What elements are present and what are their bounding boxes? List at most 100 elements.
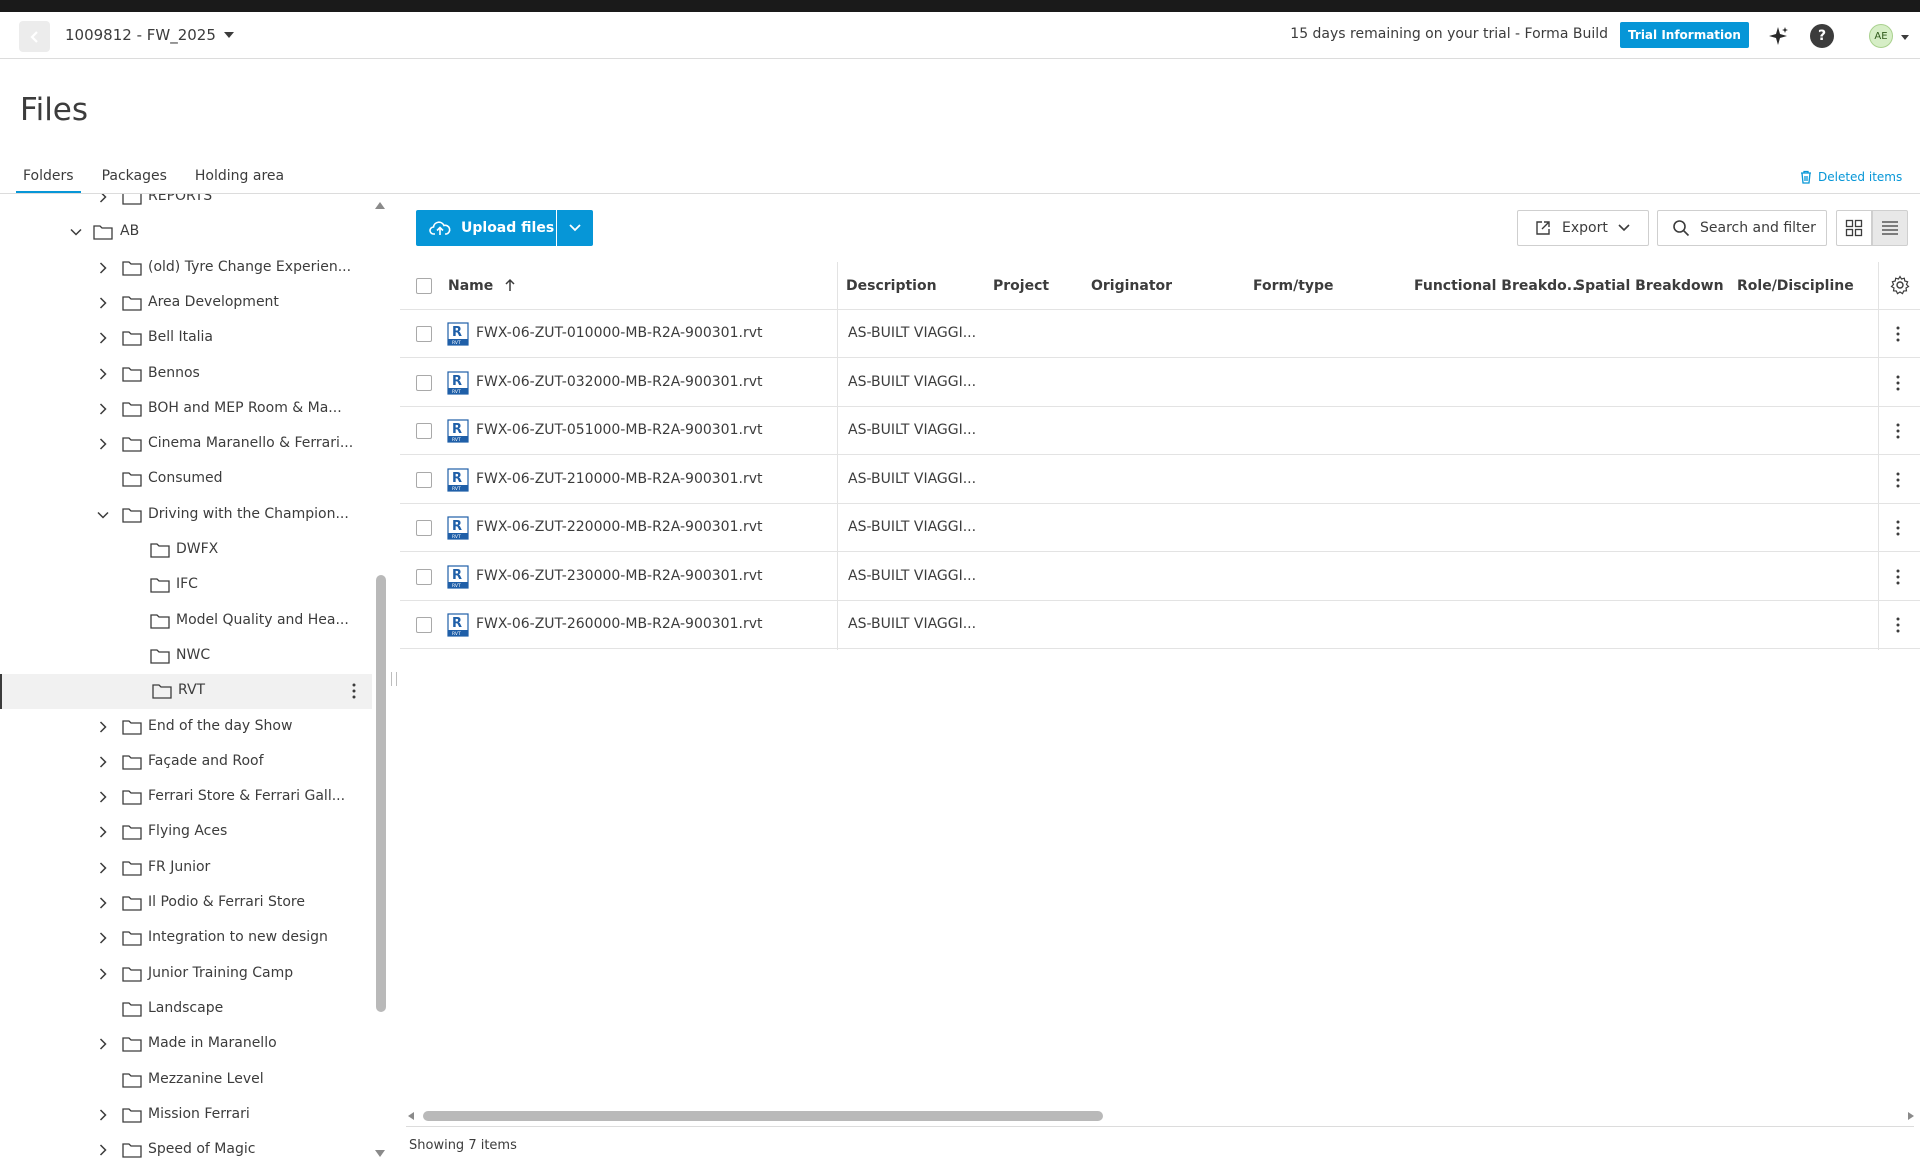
tree-item[interactable]: Bell Italia (0, 321, 372, 356)
avatar-caret-icon[interactable] (1900, 32, 1910, 42)
chevron-right-icon[interactable] (97, 756, 109, 768)
column-header-project[interactable]: Project (993, 278, 1049, 294)
column-header-form-type[interactable]: Form/type (1253, 278, 1334, 294)
tree-item[interactable]: Flying Aces (0, 815, 372, 850)
tree-item[interactable]: AB (0, 215, 372, 250)
tree-item[interactable]: Model Quality and Hea... (0, 604, 372, 639)
tree-scrollbar-thumb[interactable] (376, 575, 386, 1012)
tree-item[interactable]: Integration to new design (0, 921, 372, 956)
avatar[interactable]: AE (1869, 24, 1893, 48)
chevron-right-icon[interactable] (97, 968, 109, 980)
tree-item[interactable]: Cinema Maranello & Ferrari... (0, 427, 372, 462)
ai-sparkle-icon[interactable] (1766, 24, 1790, 48)
file-name[interactable]: FWX-06-ZUT-220000-MB-R2A-900301.rvt (476, 519, 762, 535)
trial-information-button[interactable]: Trial Information (1620, 22, 1749, 48)
upload-options-dropdown[interactable] (557, 210, 593, 246)
tree-item[interactable]: (old) Tyre Change Experien... (0, 251, 372, 286)
column-header-originator[interactable]: Originator (1091, 278, 1172, 294)
table-row[interactable]: R RVT FWX-06-ZUT-210000-MB-R2A-900301.rvt A… (400, 456, 1920, 504)
tree-item[interactable]: REPORTS (0, 194, 372, 215)
tab-folders[interactable]: Folders (16, 168, 81, 194)
row-checkbox[interactable] (416, 617, 432, 633)
upload-files-button[interactable]: Upload files (416, 210, 556, 246)
column-header-name[interactable]: Name (448, 278, 516, 294)
list-view-button[interactable] (1872, 210, 1908, 246)
tree-item[interactable]: FR Junior (0, 851, 372, 886)
row-checkbox[interactable] (416, 568, 432, 585)
tree-item[interactable]: Façade and Roof (0, 745, 372, 780)
row-checkbox[interactable] (416, 423, 432, 439)
chevron-right-icon[interactable] (97, 791, 109, 803)
tree-item[interactable]: Bennos (0, 357, 372, 392)
tree-item[interactable]: Junior Training Camp (0, 957, 372, 992)
chevron-right-icon[interactable] (97, 262, 109, 274)
back-button[interactable] (19, 21, 50, 52)
chevron-down-icon[interactable] (97, 509, 109, 521)
chevron-right-icon[interactable] (97, 403, 109, 415)
table-row[interactable]: R RVT FWX-06-ZUT-051000-MB-R2A-900301.rvt A… (400, 407, 1920, 455)
file-name[interactable]: FWX-06-ZUT-032000-MB-R2A-900301.rvt (476, 374, 762, 390)
column-settings-gear-icon[interactable] (1890, 275, 1910, 295)
select-all-checkbox[interactable] (416, 278, 432, 294)
chevron-right-icon[interactable] (97, 367, 109, 380)
row-checkbox[interactable] (416, 471, 432, 488)
column-header-spatial-breakdown[interactable]: Spatial Breakdown (1575, 278, 1724, 294)
chevron-right-icon[interactable] (97, 720, 109, 733)
tree-item[interactable]: Mission Ferrari (0, 1098, 372, 1133)
row-more-options-icon[interactable] (1896, 520, 1900, 536)
tree-item[interactable]: DWFX (0, 533, 372, 568)
table-row[interactable]: R RVT FWX-06-ZUT-010000-MB-R2A-900301.rvt A… (400, 310, 1920, 358)
file-name[interactable]: FWX-06-ZUT-210000-MB-R2A-900301.rvt (476, 471, 762, 487)
row-more-options-icon[interactable] (1896, 423, 1900, 439)
row-checkbox[interactable] (416, 374, 432, 391)
row-checkbox[interactable] (416, 326, 432, 342)
column-header-functional-breakdown[interactable]: Functional Breakdo... (1414, 278, 1583, 294)
file-name[interactable]: FWX-06-ZUT-230000-MB-R2A-900301.rvt (476, 568, 762, 584)
table-row[interactable]: R RVT FWX-06-ZUT-032000-MB-R2A-900301.rvt A… (400, 359, 1920, 407)
row-more-options-icon[interactable] (1896, 375, 1900, 391)
tree-item[interactable]: Landscape (0, 992, 372, 1027)
row-more-options-icon[interactable] (1896, 617, 1900, 633)
table-row[interactable]: R RVT FWX-06-ZUT-260000-MB-R2A-900301.rvt A… (400, 601, 1920, 649)
scroll-left-arrow-icon[interactable] (406, 1111, 416, 1121)
tree-item[interactable]: Speed of Magic (0, 1133, 372, 1161)
row-more-options-icon[interactable] (1896, 569, 1900, 585)
chevron-right-icon[interactable] (97, 1038, 109, 1050)
tab-holding-area[interactable]: Holding area (188, 168, 291, 194)
tree-item[interactable]: Ferrari Store & Ferrari Gall... (0, 780, 372, 815)
chevron-right-icon[interactable] (97, 897, 109, 909)
tree-item[interactable]: RVT (0, 674, 372, 710)
row-more-options-icon[interactable] (1896, 472, 1900, 488)
column-header-role-discipline[interactable]: Role/Discipline (1737, 278, 1854, 294)
name-column-divider[interactable] (837, 262, 838, 650)
chevron-right-icon[interactable] (97, 1144, 109, 1156)
chevron-right-icon[interactable] (97, 194, 109, 203)
chevron-right-icon[interactable] (97, 932, 109, 944)
help-icon[interactable]: ? (1810, 24, 1834, 48)
tab-packages[interactable]: Packages (95, 168, 174, 194)
tree-item[interactable]: Made in Maranello (0, 1027, 372, 1062)
horizontal-scrollbar-thumb[interactable] (423, 1111, 1103, 1121)
tree-item[interactable]: Area Development (0, 286, 372, 321)
chevron-down-icon[interactable] (70, 226, 82, 238)
more-options-icon[interactable] (352, 683, 356, 699)
chevron-right-icon[interactable] (97, 1109, 109, 1121)
chevron-right-icon[interactable] (97, 332, 109, 344)
tree-item[interactable]: End of the day Show (0, 710, 372, 745)
deleted-items-link[interactable]: Deleted items (1800, 170, 1902, 184)
grid-view-button[interactable] (1836, 210, 1872, 246)
tree-item[interactable]: Il Podio & Ferrari Store (0, 886, 372, 921)
row-checkbox[interactable] (416, 520, 432, 536)
scroll-right-arrow-icon[interactable] (1906, 1111, 1916, 1121)
export-button[interactable]: Export (1517, 210, 1649, 246)
tree-item[interactable]: Mezzanine Level (0, 1063, 372, 1098)
chevron-right-icon[interactable] (97, 438, 109, 450)
chevron-right-icon[interactable] (97, 826, 109, 838)
file-name[interactable]: FWX-06-ZUT-051000-MB-R2A-900301.rvt (476, 422, 762, 438)
column-header-description[interactable]: Description (846, 278, 937, 294)
chevron-right-icon[interactable] (97, 862, 109, 874)
file-name[interactable]: FWX-06-ZUT-010000-MB-R2A-900301.rvt (476, 325, 762, 341)
tree-item[interactable]: NWC (0, 639, 372, 674)
tree-item[interactable]: IFC (0, 568, 372, 603)
table-row[interactable]: R RVT FWX-06-ZUT-220000-MB-R2A-900301.rvt A… (400, 504, 1920, 552)
